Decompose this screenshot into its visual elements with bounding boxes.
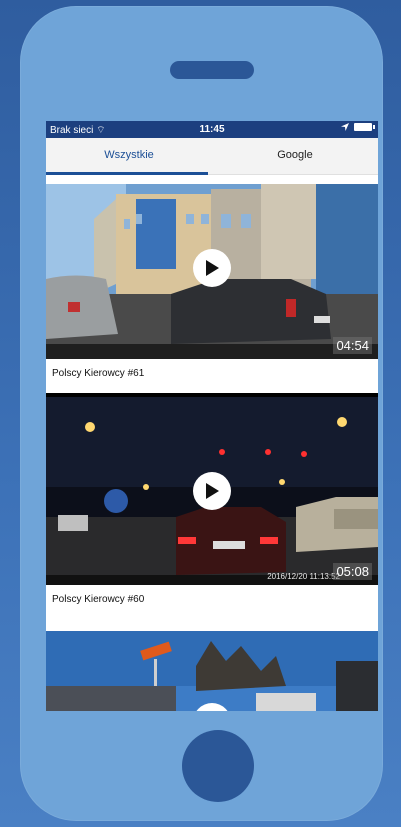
video-duration: 05:08 xyxy=(333,563,372,580)
play-icon xyxy=(206,260,219,276)
video-title[interactable]: Polscy Kierowcy #61 xyxy=(46,359,378,397)
video-thumbnail[interactable]: 04:54 xyxy=(46,184,378,359)
status-right xyxy=(341,123,375,131)
daytime-street-image xyxy=(46,631,378,711)
active-tab-indicator xyxy=(46,172,208,175)
video-title[interactable]: Polscy Kierowcy #60 xyxy=(46,585,378,631)
video-thumbnail[interactable]: 2016/12/20 11:13:52 05:08 xyxy=(46,397,378,585)
location-arrow-icon xyxy=(341,123,349,131)
tab-bar: Wszystkie Google xyxy=(46,138,378,175)
date-stamp: 2016/12/20 11:13:52 xyxy=(267,572,340,581)
tab-wszystkie[interactable]: Wszystkie xyxy=(46,138,212,174)
tab-google[interactable]: Google xyxy=(212,138,378,174)
play-button[interactable] xyxy=(193,249,231,287)
video-thumbnail[interactable] xyxy=(46,631,378,711)
video-card[interactable] xyxy=(46,631,378,711)
home-button[interactable] xyxy=(182,730,254,802)
phone-speaker xyxy=(170,61,254,79)
play-icon xyxy=(206,483,219,499)
video-card[interactable]: 04:54 Polscy Kierowcy #61 xyxy=(46,184,378,397)
video-duration: 04:54 xyxy=(333,337,372,354)
status-bar: Brak sieci ⌔ 11:45 xyxy=(46,121,378,138)
battery-icon xyxy=(354,123,375,131)
video-list[interactable]: 04:54 Polscy Kierowcy #61 2016/12/20 11:… xyxy=(46,184,378,711)
app-screen: Brak sieci ⌔ 11:45 Wszystkie Google 04:5… xyxy=(46,121,378,711)
clock: 11:45 xyxy=(199,124,225,135)
play-button[interactable] xyxy=(193,472,231,510)
video-card[interactable]: 2016/12/20 11:13:52 05:08 Polscy Kierowc… xyxy=(46,397,378,631)
